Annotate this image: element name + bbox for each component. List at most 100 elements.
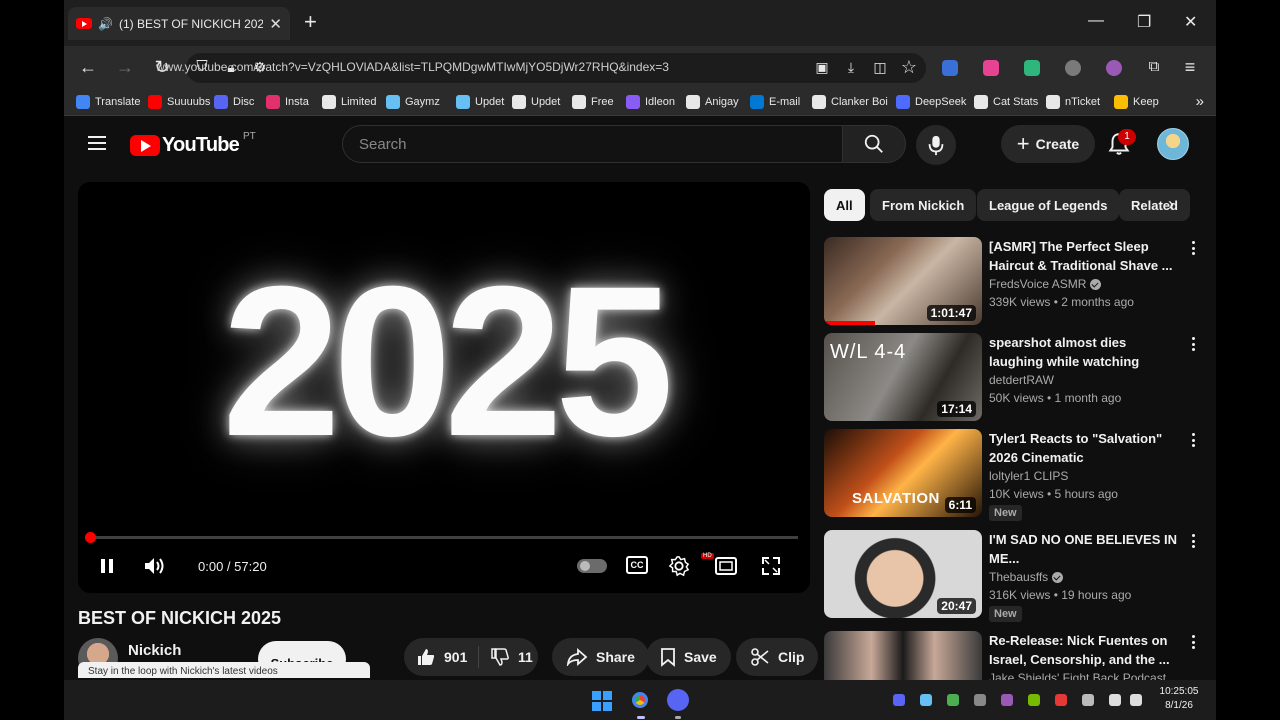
more-actions-icon[interactable] [1188,431,1198,449]
bookmark-item[interactable]: Suuuubs [148,95,210,109]
discord-taskbar-icon[interactable] [667,689,689,711]
recommendation-item[interactable]: W/L 4-4 17:14 spearshot almost dies laug… [824,333,1216,425]
install-icon[interactable]: ⤓ [839,57,863,77]
save-button[interactable]: Save [646,638,731,676]
video-thumbnail[interactable]: 20:47 [824,530,982,618]
share-button[interactable]: Share [552,638,649,676]
tray-steam-icon[interactable] [920,694,932,706]
channel-line[interactable]: Thebausffs [989,570,1064,584]
more-actions-icon[interactable] [1188,239,1198,257]
fullscreen-icon[interactable] [761,556,781,576]
theater-mode-icon[interactable] [715,557,737,575]
channel-line[interactable]: FredsVoice ASMR [989,277,1102,291]
chip-all[interactable]: All [824,189,865,221]
bookmark-item[interactable]: Free [572,95,614,109]
channel-name[interactable]: Nickich [128,642,181,659]
account-avatar[interactable] [1157,128,1189,160]
more-actions-icon[interactable] [1188,532,1198,550]
bookmark-item[interactable]: Limited [322,95,376,109]
voice-search-button[interactable] [916,125,956,165]
extension-2-icon[interactable] [983,60,999,76]
more-actions-icon[interactable] [1188,633,1198,651]
tray-app-icon[interactable] [947,694,959,706]
channel-line[interactable]: Jake Shields' Fight Back Podcast [989,671,1166,680]
forward-icon[interactable]: → [113,57,137,77]
extensions-puzzle-icon[interactable]: ⧉ [1142,57,1166,77]
tray-mic-icon[interactable] [1082,694,1094,706]
video-thumbnail[interactable] [824,631,982,680]
bookmark-item[interactable]: DeepSeek [896,95,966,109]
more-actions-icon[interactable] [1188,335,1198,353]
chip-league-of-legends[interactable]: League of Legends [977,189,1120,221]
search-input[interactable]: Search [342,125,842,163]
video-title[interactable]: spearshot almost dies laughing while wat… [989,333,1179,371]
extension-3-icon[interactable] [1024,60,1040,76]
video-thumbnail[interactable]: SALVATION 6:11 [824,429,982,517]
extension-1-icon[interactable] [942,60,958,76]
volume-icon[interactable] [142,555,166,577]
progress-scrubber[interactable] [85,532,96,543]
video-thumbnail[interactable]: 1:01:47 [824,237,982,325]
channel-line[interactable]: loltyler1 CLIPS [989,469,1068,483]
bookmark-item[interactable]: Insta [266,95,309,109]
extension-5-icon[interactable] [1106,60,1122,76]
guide-menu-icon[interactable] [88,136,106,150]
dislike-button[interactable]: 11 [490,638,533,676]
chip-from-channel[interactable]: From Nickich [870,189,977,221]
captions-button[interactable]: CC [626,556,648,574]
bookmark-item[interactable]: E-mail [750,95,800,109]
like-button[interactable]: 901 [416,638,467,676]
search-button[interactable] [842,125,906,163]
speaker-icon[interactable]: 🔊 [98,17,113,31]
back-icon[interactable]: ← [76,57,100,77]
tray-volume-icon[interactable] [1130,694,1142,706]
recommendation-item[interactable]: 20:47 I'M SAD NO ONE BELIEVES IN ME... T… [824,530,1216,622]
bookmark-item[interactable]: Translate [76,95,140,109]
system-clock[interactable]: 10:25:05 8/1/26 [1144,685,1214,713]
tray-nvidia-icon[interactable] [1028,694,1040,706]
video-title[interactable]: Tyler1 Reacts to "Salvation" 2026 Cinema… [989,429,1179,467]
recommendation-item[interactable]: Re-Release: Nick Fuentes on Israel, Cens… [824,631,1216,680]
pause-icon[interactable] [98,557,116,575]
bookmark-star-icon[interactable]: ☆ [897,57,921,77]
settings-gear-icon[interactable] [668,555,690,577]
bookmark-item[interactable]: Idleon [626,95,675,109]
bookmark-item[interactable]: Disc [214,95,254,109]
chrome-taskbar-icon[interactable] [629,689,651,711]
video-title[interactable]: I'M SAD NO ONE BELIEVES IN ME... [989,530,1179,568]
close-window-button[interactable]: ✕ [1184,12,1197,32]
chips-next-chevron-icon[interactable]: › [1168,194,1174,215]
tray-network-icon[interactable] [974,694,986,706]
close-tab-icon[interactable]: ✕ [269,15,282,33]
minimize-button[interactable]: — [1088,12,1104,30]
recommendation-item[interactable]: SALVATION 6:11 Tyler1 Reacts to "Salvati… [824,429,1216,521]
bookmark-item[interactable]: Updet [512,95,560,109]
bookmark-item[interactable]: Gaymz [386,95,440,109]
video-thumbnail[interactable]: W/L 4-4 17:14 [824,333,982,421]
restore-button[interactable]: ❐ [1137,12,1151,32]
video-title[interactable]: [ASMR] The Perfect Sleep Haircut & Tradi… [989,237,1179,275]
extension-4-icon[interactable] [1065,60,1081,76]
video-player[interactable]: 2025 0:00 / 57:20 CC HD [78,182,810,593]
clip-button[interactable]: Clip [736,638,819,676]
bookmark-item[interactable]: Updet [456,95,504,109]
picture-in-picture-icon[interactable]: ◫ [868,57,892,77]
video-title[interactable]: Re-Release: Nick Fuentes on Israel, Cens… [989,631,1179,669]
tray-discord-icon[interactable] [893,694,905,706]
browser-tab-active[interactable]: 🔊 (1) BEST OF NICKICH 2025 - YouT ✕ [68,7,290,40]
bookmark-item[interactable]: Clanker Boi [812,95,888,109]
chip-related[interactable]: Related [1119,189,1190,221]
tray-display-icon[interactable] [1109,694,1121,706]
channel-line[interactable]: detdertRAW [989,373,1054,387]
progress-bar[interactable] [90,536,798,539]
bookmark-item[interactable]: nTicket [1046,95,1100,109]
more-bookmarks-icon[interactable]: » [1196,93,1204,110]
recommendation-item[interactable]: 1:01:47 [ASMR] The Perfect Sleep Haircut… [824,237,1216,329]
new-tab-button[interactable]: + [304,10,317,34]
url-text[interactable]: www.youtube.com/watch?v=VzQHLOVlADA&list… [156,60,669,74]
bookmark-item[interactable]: Cat Stats [974,95,1038,109]
autoplay-toggle[interactable] [577,559,607,573]
tray-feather-icon[interactable] [1001,694,1013,706]
cast-icon[interactable]: ▣ [810,57,834,77]
menu-icon[interactable]: ≡ [1178,57,1202,77]
